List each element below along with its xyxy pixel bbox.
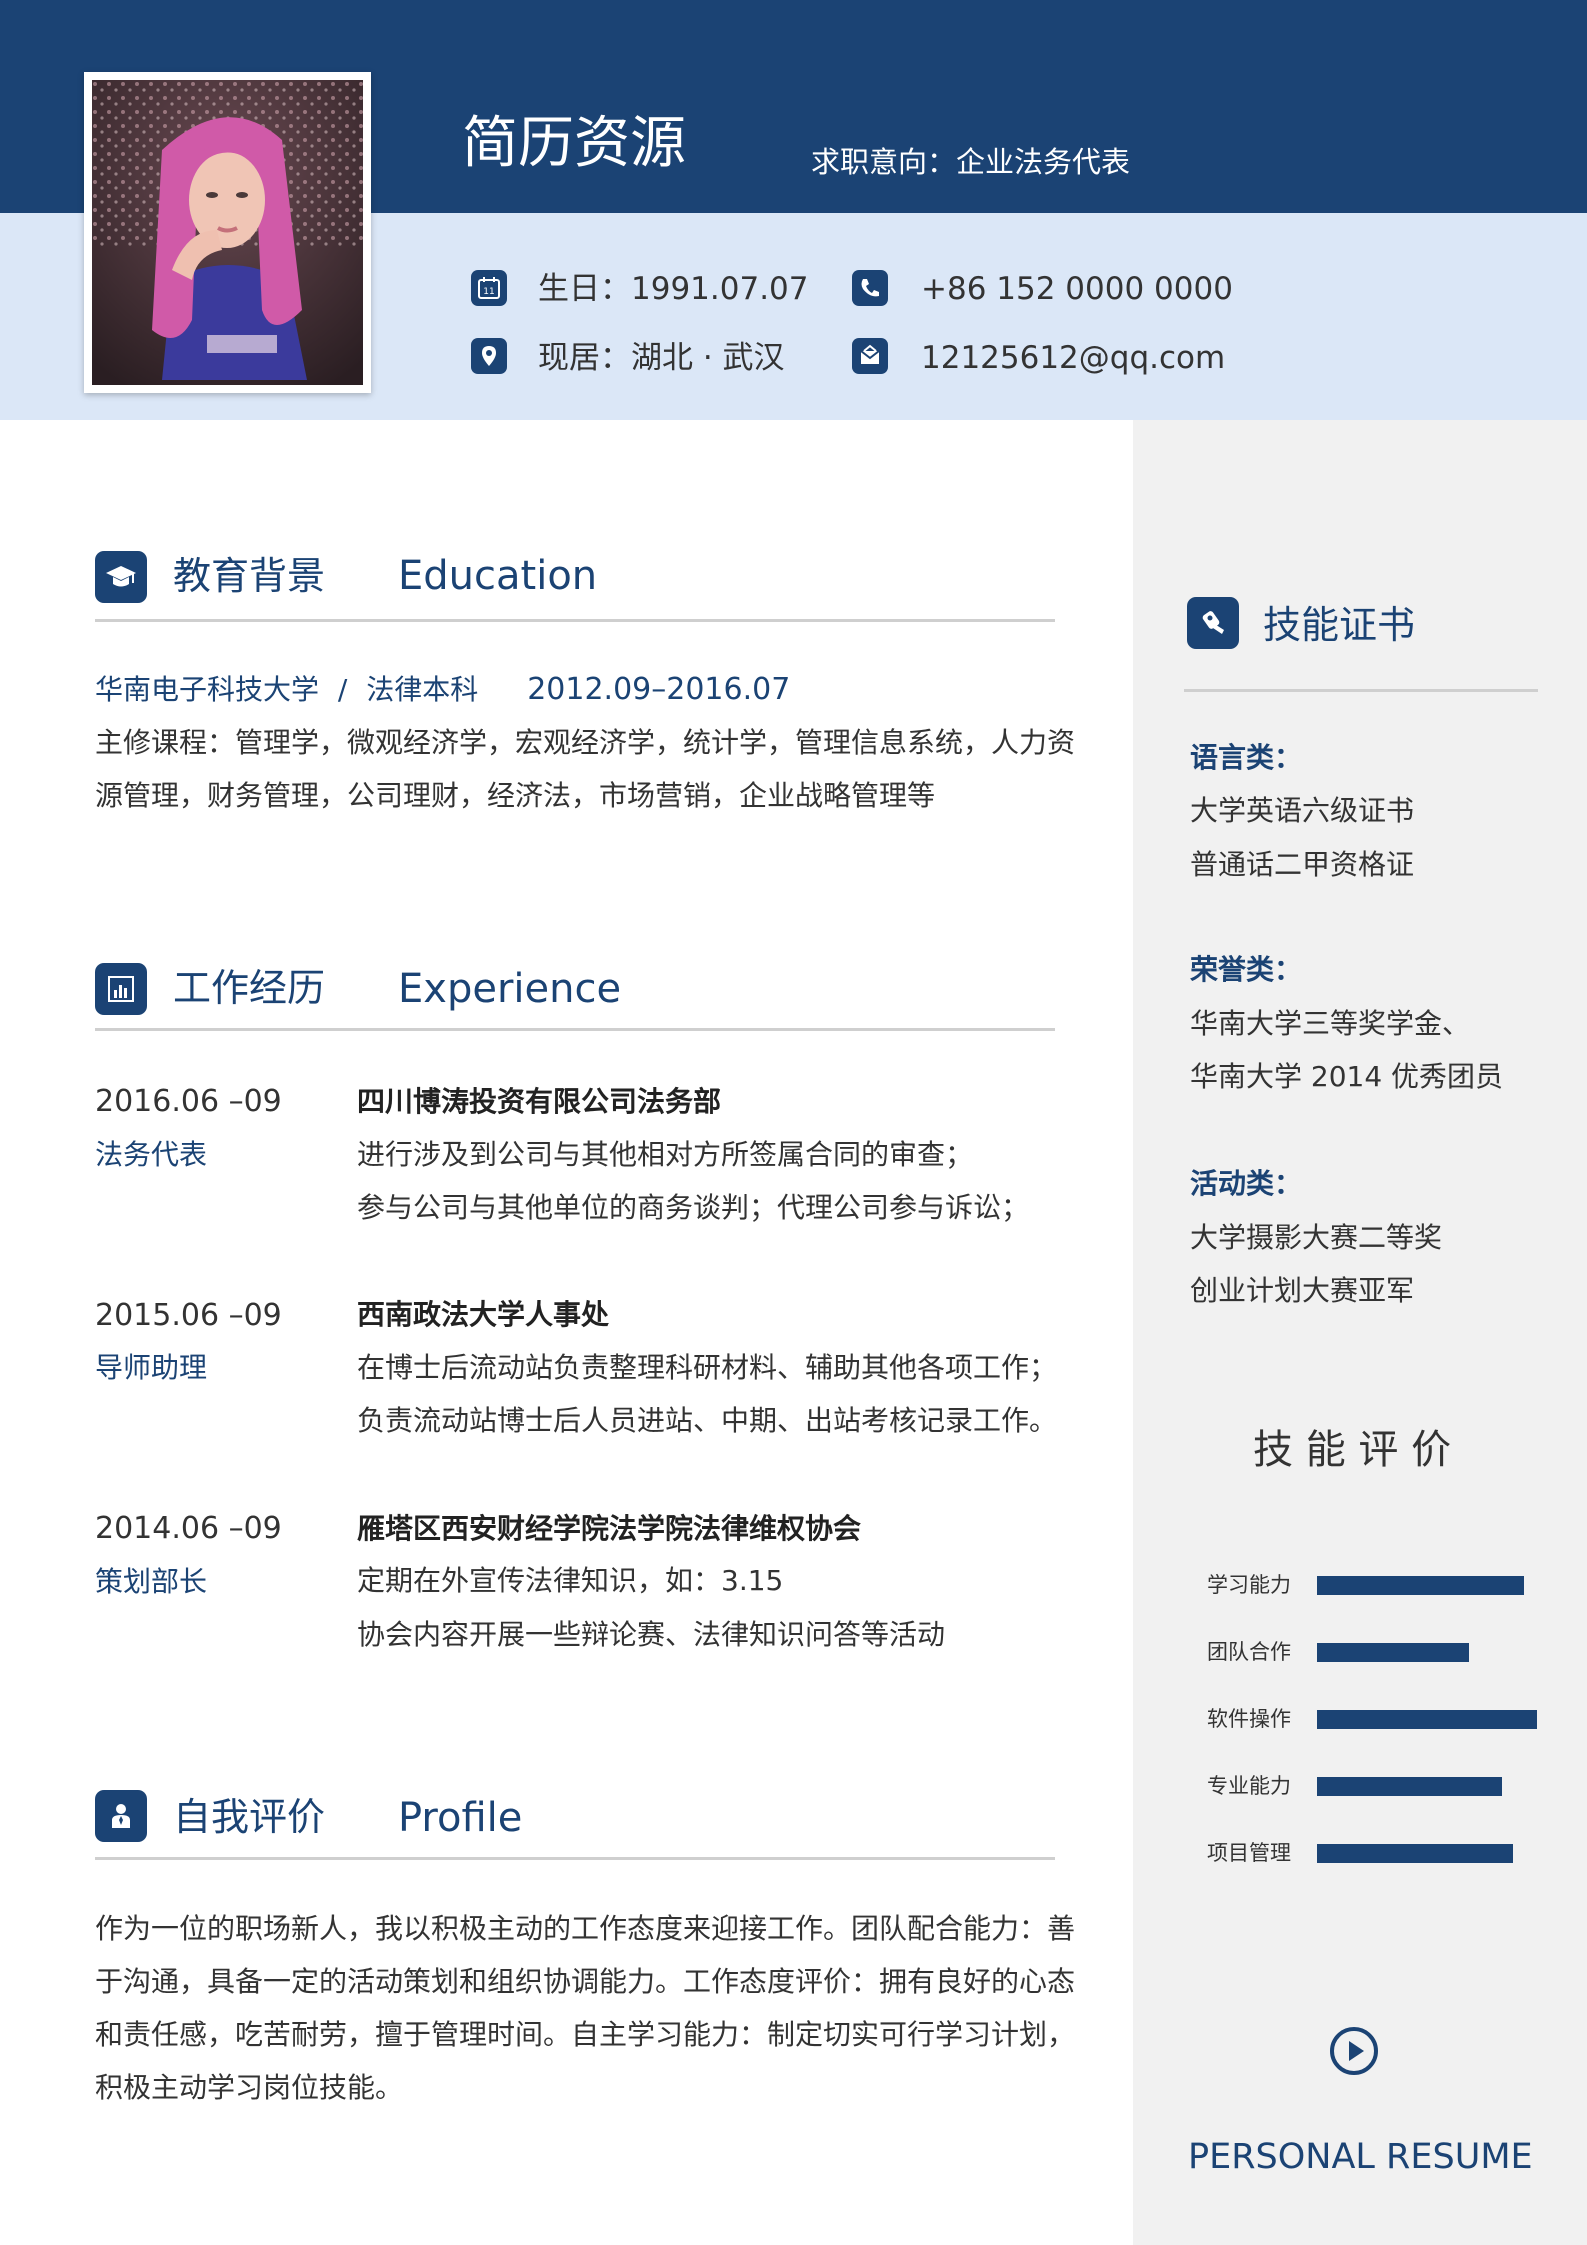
sidebar-panel <box>1133 420 1587 2245</box>
location-pin-icon <box>471 338 507 374</box>
education-divider <box>95 619 1055 622</box>
skill-bar <box>1317 1844 1513 1863</box>
experience-divider <box>95 1028 1055 1031</box>
cert-category: 荣誉类： <box>1190 953 1303 986</box>
cert-category: 语言类： <box>1190 741 1303 774</box>
profile-line: 和责任感，吃苦耐劳，擅于管理时间。自主学习能力：制定切实可行学习计划， <box>95 2018 1076 2051</box>
email-text: 12125612@qq.com <box>921 340 1226 376</box>
experience-role: 导师助理 <box>95 1351 208 1384</box>
play-circle-icon <box>1329 2026 1379 2080</box>
skill-bar <box>1317 1643 1469 1662</box>
bar-chart-icon <box>95 963 147 1015</box>
experience-desc: 参与公司与其他单位的商务谈判；代理公司参与诉讼； <box>357 1191 1030 1224</box>
experience-desc: 协会内容开展一些辩论赛、法律知识问答等活动 <box>357 1618 946 1651</box>
profile-line: 于沟通，具备一定的活动策划和组织协调能力。工作态度评价：拥有良好的心态 <box>95 1965 1076 1998</box>
experience-title-en: Experience <box>398 966 622 1012</box>
profile-title-zh: 自我评价 <box>173 1795 326 1839</box>
education-period: 2012.09–2016.07 <box>527 672 791 707</box>
phone-icon <box>852 270 888 306</box>
job-intent: 求职意向：企业法务代表 <box>811 145 1131 179</box>
candidate-name: 简历资源 <box>462 111 686 176</box>
skill-label: 学习能力 <box>1207 1573 1291 1597</box>
experience-date: 2016.06 –09 <box>95 1084 282 1119</box>
profile-line: 积极主动学习岗位技能。 <box>95 2071 404 2104</box>
skill-bar <box>1317 1576 1524 1595</box>
cert-item: 创业计划大赛亚军 <box>1190 1274 1415 1307</box>
experience-date: 2015.06 –09 <box>95 1298 282 1333</box>
education-headline: 华南电子科技大学 / 法律本科 2012.09–2016.07 <box>95 675 790 705</box>
calendar-icon: 11 <box>471 270 507 306</box>
education-title-en: Education <box>398 553 598 599</box>
profile-line: 作为一位的职场新人，我以积极主动的工作态度来迎接工作。团队配合能力：善 <box>95 1912 1076 1945</box>
skill-bar <box>1317 1710 1537 1729</box>
profile-title-en: Profile <box>398 1795 523 1841</box>
certs-title: 技能证书 <box>1263 603 1416 647</box>
skill-bar <box>1317 1777 1502 1796</box>
envelope-icon <box>852 338 888 374</box>
profile-photo-frame <box>84 72 371 393</box>
cert-item: 大学英语六级证书 <box>1190 794 1415 827</box>
skill-label: 专业能力 <box>1207 1774 1291 1798</box>
experience-desc: 定期在外宣传法律知识，如：3.15 <box>357 1564 784 1597</box>
courses-line-2: 源管理，财务管理，公司理财，经济法，市场营销，企业战略管理等 <box>95 779 936 812</box>
experience-org: 雁塔区西安财经学院法学院法律维权协会 <box>357 1512 862 1545</box>
cert-item: 大学摄影大赛二等奖 <box>1190 1221 1443 1254</box>
skill-label: 项目管理 <box>1207 1841 1291 1865</box>
person-icon <box>95 1790 147 1842</box>
certs-divider <box>1184 689 1538 692</box>
school-separator: / <box>337 673 348 706</box>
skill-label: 软件操作 <box>1207 1707 1291 1731</box>
graduation-cap-icon <box>95 551 147 603</box>
courses-line-1: 主修课程：管理学，微观经济学，宏观经济学，统计学，管理信息系统，人力资 <box>95 726 1076 759</box>
experience-org: 四川博涛投资有限公司法务部 <box>357 1085 722 1118</box>
school-name: 华南电子科技大学 <box>95 673 320 706</box>
badge-icon <box>1187 597 1239 649</box>
experience-role: 法务代表 <box>95 1138 208 1171</box>
cert-item: 华南大学 2014 优秀团员 <box>1190 1060 1504 1093</box>
birthday-text: 生日：1991.07.07 <box>538 271 809 307</box>
residence-text: 现居：湖北 · 武汉 <box>538 340 785 376</box>
profile-photo <box>92 80 363 385</box>
footer-personal-resume: PERSONAL RESUME <box>1188 2137 1533 2177</box>
cert-item: 普通话二甲资格证 <box>1190 848 1415 881</box>
education-title-zh: 教育背景 <box>173 554 326 598</box>
cert-item: 华南大学三等奖学金、 <box>1190 1007 1471 1040</box>
experience-desc: 负责流动站博士后人员进站、中期、出站考核记录工作。 <box>357 1404 1058 1437</box>
experience-date: 2014.06 –09 <box>95 1511 282 1546</box>
experience-desc: 在博士后流动站负责整理科研材料、辅助其他各项工作； <box>357 1351 1058 1384</box>
experience-desc: 进行涉及到公司与其他相对方所签属合同的审查； <box>357 1138 974 1171</box>
cert-category: 活动类： <box>1190 1167 1303 1200</box>
experience-org: 西南政法大学人事处 <box>357 1298 610 1331</box>
experience-title-zh: 工作经历 <box>173 966 326 1010</box>
major-name: 法律本科 <box>366 673 479 706</box>
phone-text: +86 152 0000 0000 <box>921 271 1233 307</box>
experience-role: 策划部长 <box>95 1565 208 1598</box>
skill-label: 团队合作 <box>1207 1640 1291 1664</box>
profile-divider <box>95 1857 1055 1860</box>
svg-text:11: 11 <box>483 287 494 297</box>
skills-title: 技 能 评 价 <box>1253 1427 1452 1473</box>
